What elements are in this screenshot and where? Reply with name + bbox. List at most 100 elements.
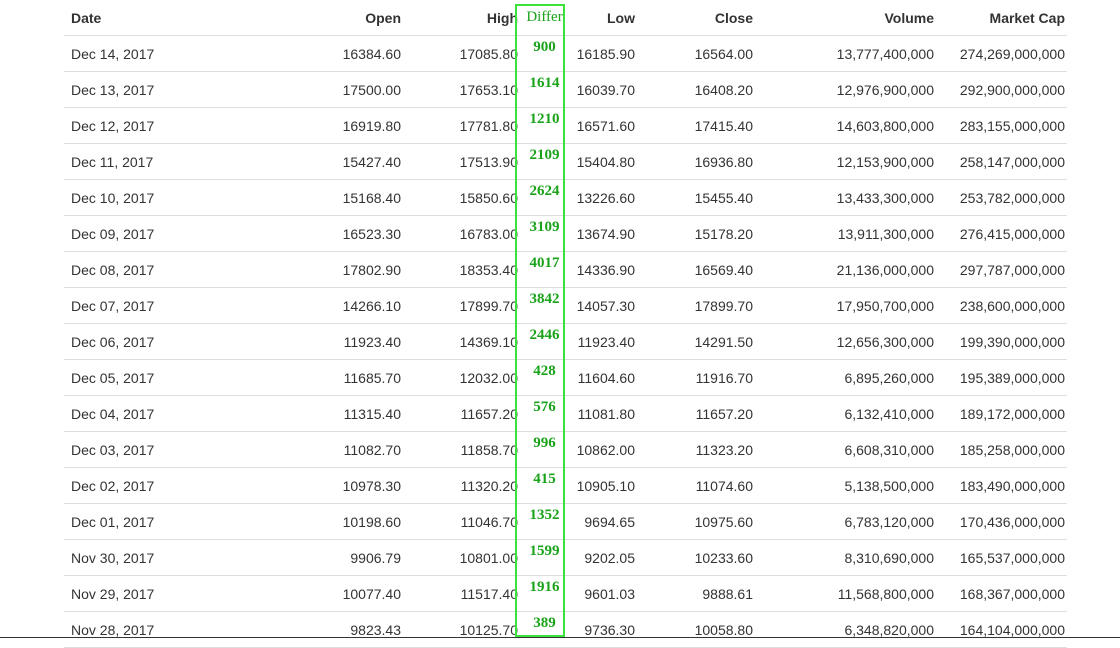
- cell-market-cap: 164,104,000,000: [936, 611, 1067, 648]
- cell-date: Dec 14, 2017: [64, 35, 204, 72]
- cell-high: 17899.70: [403, 287, 520, 324]
- table-row: Dec 13, 2017 17500.00 17653.10 1614 16039.70…: [64, 71, 1067, 108]
- cell-close: 9888.61: [635, 575, 755, 612]
- cell-date: Nov 29, 2017: [64, 575, 204, 612]
- cell-differ-value: 2446: [529, 327, 560, 343]
- cell-date: Dec 06, 2017: [64, 323, 204, 360]
- cell-date: Dec 11, 2017: [64, 143, 204, 180]
- cell-volume: 6,608,310,000: [755, 431, 936, 468]
- cell-market-cap: 258,147,000,000: [936, 143, 1067, 180]
- cell-open: 11923.40: [204, 323, 403, 360]
- cell-differ-value: 576: [533, 399, 556, 415]
- cell-low: 10905.10: [569, 467, 635, 504]
- cell-differ-value: 1599: [529, 543, 560, 559]
- cell-market-cap: 238,600,000,000: [936, 287, 1067, 324]
- cell-volume: 13,777,400,000: [755, 35, 936, 72]
- cell-low: 10862.00: [569, 431, 635, 468]
- cell-high: 10125.70: [403, 611, 520, 648]
- cell-differ-value: 2624: [529, 183, 560, 199]
- cell-open: 10198.60: [204, 503, 403, 540]
- cell-high: 16783.00: [403, 215, 520, 252]
- cell-open: 11082.70: [204, 431, 403, 468]
- cell-volume: 11,568,800,000: [755, 575, 936, 612]
- cell-differ: 3842: [520, 287, 569, 324]
- cell-close: 16564.00: [635, 35, 755, 72]
- cell-close: 17899.70: [635, 287, 755, 324]
- table-row: Dec 06, 2017 11923.40 14369.10 2446 11923.40…: [64, 323, 1067, 360]
- table-row: Dec 02, 2017 10978.30 11320.20 415 10905.10 1…: [64, 467, 1067, 504]
- header-date: Date: [64, 0, 204, 36]
- cell-close: 11916.70: [635, 359, 755, 396]
- cell-high: 11320.20: [403, 467, 520, 504]
- table-row: Dec 11, 2017 15427.40 17513.90 2109 15404.80…: [64, 143, 1067, 180]
- cell-open: 14266.10: [204, 287, 403, 324]
- header-high: High: [403, 0, 520, 36]
- cell-high: 10801.00: [403, 539, 520, 576]
- cell-high: 12032.00: [403, 359, 520, 396]
- cell-low: 16039.70: [569, 71, 635, 108]
- cell-differ: 900: [520, 35, 569, 72]
- cell-low: 14336.90: [569, 251, 635, 288]
- cell-differ-value: 2109: [529, 147, 560, 163]
- cell-low: 13674.90: [569, 215, 635, 252]
- cell-volume: 6,132,410,000: [755, 395, 936, 432]
- cell-low: 9736.30: [569, 611, 635, 648]
- cell-low: 16185.90: [569, 35, 635, 72]
- cell-high: 11517.40: [403, 575, 520, 612]
- cell-low: 13226.60: [569, 179, 635, 216]
- table-row: Dec 09, 2017 16523.30 16783.00 3109 13674.90…: [64, 215, 1067, 252]
- cell-differ: 4017: [520, 251, 569, 288]
- header-market-cap: Market Cap: [936, 0, 1067, 36]
- cell-differ: 428: [520, 359, 569, 396]
- cell-volume: 12,153,900,000: [755, 143, 936, 180]
- cell-differ: 2624: [520, 179, 569, 216]
- cell-differ: 3109: [520, 215, 569, 252]
- table-row: Nov 28, 2017 9823.43 10125.70 389 9736.30 100…: [64, 611, 1067, 648]
- cell-open: 16384.60: [204, 35, 403, 72]
- cell-date: Dec 05, 2017: [64, 359, 204, 396]
- cell-close: 16569.40: [635, 251, 755, 288]
- cell-high: 17513.90: [403, 143, 520, 180]
- cell-market-cap: 199,390,000,000: [936, 323, 1067, 360]
- cell-market-cap: 274,269,000,000: [936, 35, 1067, 72]
- cell-low: 9601.03: [569, 575, 635, 612]
- cell-volume: 13,433,300,000: [755, 179, 936, 216]
- cell-high: 11657.20: [403, 395, 520, 432]
- cell-close: 15178.20: [635, 215, 755, 252]
- cell-close: 17415.40: [635, 107, 755, 144]
- cell-date: Dec 02, 2017: [64, 467, 204, 504]
- price-history-table: Date Open High Differ Low Close Volume M…: [64, 0, 1067, 648]
- cell-close: 11657.20: [635, 395, 755, 432]
- cell-market-cap: 297,787,000,000: [936, 251, 1067, 288]
- cell-open: 10978.30: [204, 467, 403, 504]
- table-row: Nov 30, 2017 9906.79 10801.00 1599 9202.05 10…: [64, 539, 1067, 576]
- cell-low: 16571.60: [569, 107, 635, 144]
- table-row: Dec 14, 2017 16384.60 17085.80 900 16185.90 1…: [64, 35, 1067, 72]
- cell-open: 17802.90: [204, 251, 403, 288]
- cell-market-cap: 185,258,000,000: [936, 431, 1067, 468]
- table-row: Nov 29, 2017 10077.40 11517.40 1916 9601.03 9…: [64, 575, 1067, 612]
- cell-open: 9906.79: [204, 539, 403, 576]
- header-volume: Volume: [755, 0, 936, 36]
- cell-date: Dec 07, 2017: [64, 287, 204, 324]
- cell-close: 16936.80: [635, 143, 755, 180]
- cell-market-cap: 283,155,000,000: [936, 107, 1067, 144]
- cell-market-cap: 165,537,000,000: [936, 539, 1067, 576]
- cell-date: Dec 03, 2017: [64, 431, 204, 468]
- bottom-divider: [0, 637, 1120, 638]
- cell-open: 15427.40: [204, 143, 403, 180]
- cell-differ: 1599: [520, 539, 569, 576]
- table-row: Dec 08, 2017 17802.90 18353.40 4017 14336.90…: [64, 251, 1067, 288]
- cell-date: Dec 09, 2017: [64, 215, 204, 252]
- cell-high: 14369.10: [403, 323, 520, 360]
- cell-differ-value: 3109: [529, 219, 560, 235]
- cell-close: 10233.60: [635, 539, 755, 576]
- cell-date: Dec 13, 2017: [64, 71, 204, 108]
- cell-open: 16523.30: [204, 215, 403, 252]
- cell-market-cap: 168,367,000,000: [936, 575, 1067, 612]
- cell-differ: 415: [520, 467, 569, 504]
- cell-high: 15850.60: [403, 179, 520, 216]
- cell-differ: 2446: [520, 323, 569, 360]
- cell-differ-value: 996: [533, 435, 556, 451]
- table-row: Dec 10, 2017 15168.40 15850.60 2624 13226.60…: [64, 179, 1067, 216]
